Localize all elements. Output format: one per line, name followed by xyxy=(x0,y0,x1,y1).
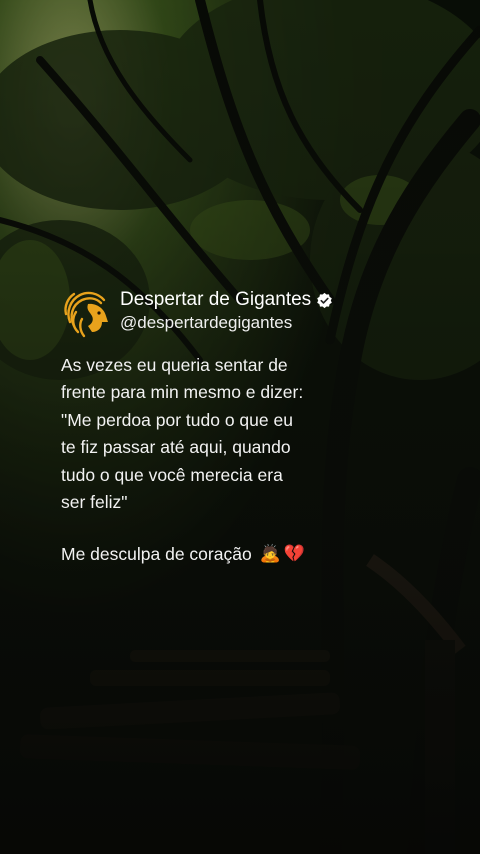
post-card: Despertar de Gigantes @despertardegigant… xyxy=(58,286,358,566)
verified-badge-icon xyxy=(317,292,332,308)
account-info: Despertar de Gigantes @despertardegigant… xyxy=(120,289,333,334)
account-name[interactable]: Despertar de Gigantes xyxy=(120,289,311,311)
broken-heart-emoji-icon: 💔 xyxy=(283,544,306,564)
account-handle[interactable]: @despertardegigantes xyxy=(120,312,333,334)
bowing-person-emoji-icon: 🙇 xyxy=(259,544,281,564)
post-quote-text: As vezes eu queria sentar de frente para… xyxy=(61,355,304,513)
lion-logo-icon[interactable] xyxy=(58,286,114,342)
closing-text: Me desculpa de coração xyxy=(61,544,252,565)
post-header: Despertar de Gigantes @despertardegigant… xyxy=(58,286,358,342)
post-closing-line: Me desculpa de coração 🙇 💔 xyxy=(61,542,358,566)
